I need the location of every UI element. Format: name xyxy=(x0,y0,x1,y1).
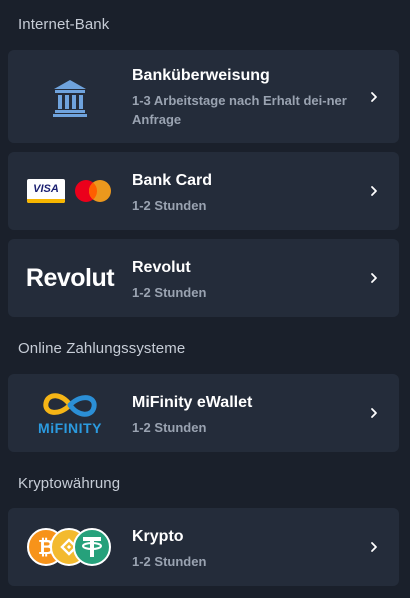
mastercard-logo xyxy=(75,180,111,202)
payment-methods-page: Internet-Bank Banküberweisung 1-3 Arbeit… xyxy=(0,0,410,598)
method-subtitle: 1-2 Stunden xyxy=(132,420,207,435)
method-title: Krypto xyxy=(132,528,184,545)
revolut-logo-text: Revolut xyxy=(25,263,115,292)
section-title-crypto: Kryptowährung xyxy=(18,475,121,492)
visa-mastercard-logos: VISA xyxy=(8,152,132,230)
method-subtitle: 1-2 Stunden xyxy=(132,285,207,300)
payment-method-revolut[interactable]: Revolut Revolut 1-2 Stunden xyxy=(8,239,399,317)
infinity-icon xyxy=(43,392,97,417)
revolut-logo: Revolut xyxy=(8,239,132,317)
chevron-right-icon xyxy=(371,542,377,552)
chevron-right-icon xyxy=(371,408,377,418)
crypto-coins-icon: ₿ xyxy=(8,508,132,586)
method-title: MiFinity eWallet xyxy=(132,394,253,411)
tether-icon xyxy=(73,528,111,566)
chevron-right-icon xyxy=(371,91,377,102)
payment-method-bank-card[interactable]: VISA Bank Card 1-2 Stunden xyxy=(8,152,399,230)
payment-method-bank-transfer[interactable]: Banküberweisung 1-3 Arbeitstage nach Erh… xyxy=(8,50,399,143)
mifinity-logo: MiFINITY xyxy=(8,374,132,452)
chevron-right-icon xyxy=(371,186,377,196)
visa-logo: VISA xyxy=(27,179,65,203)
method-subtitle: 1-3 Arbeitstage nach Erhalt dei-ner Anfr… xyxy=(132,93,347,127)
payment-method-mifinity[interactable]: MiFINITY MiFinity eWallet 1-2 Stunden xyxy=(8,374,399,452)
method-title: Bank Card xyxy=(132,172,213,189)
method-subtitle: 1-2 Stunden xyxy=(132,198,207,213)
payment-method-krypto[interactable]: ₿ Krypto 1-2 Stunden xyxy=(8,508,399,586)
section-title-internet-bank: Internet-Bank xyxy=(18,16,110,33)
method-title: Revolut xyxy=(132,259,191,276)
bank-building-icon xyxy=(8,50,132,143)
section-title-online-payment: Online Zahlungssysteme xyxy=(18,340,186,357)
chevron-right-icon xyxy=(371,273,377,283)
method-subtitle: 1-2 Stunden xyxy=(132,554,207,569)
method-title: Banküberweisung xyxy=(132,67,270,84)
visa-text: VISA xyxy=(33,183,59,195)
mifinity-logo-text: MiFINITY xyxy=(38,419,102,436)
